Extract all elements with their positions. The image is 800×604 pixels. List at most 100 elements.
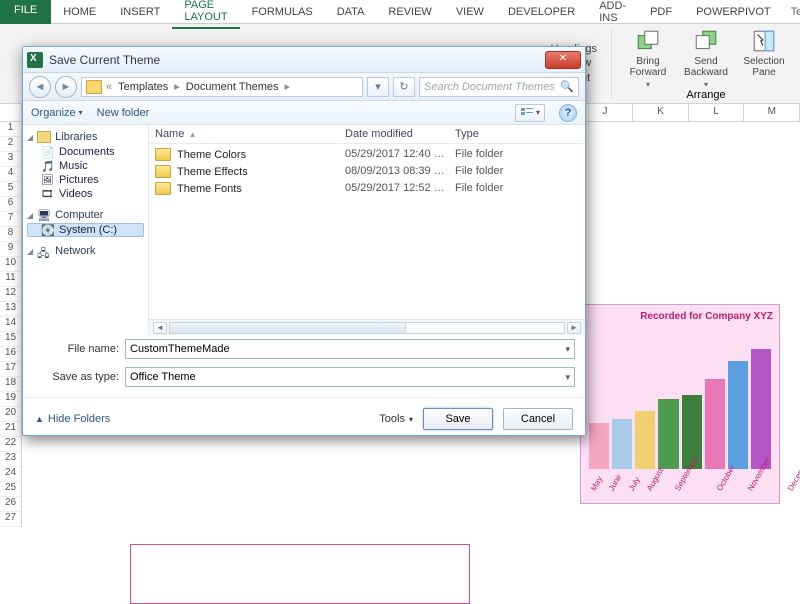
header-type[interactable]: Type (455, 128, 579, 140)
saveas-dropdown[interactable]: ▾ (561, 372, 570, 383)
row-header[interactable]: 19 (0, 392, 22, 407)
search-placeholder: Search Document Themes (424, 81, 555, 93)
row-header[interactable]: 24 (0, 467, 22, 482)
tab-insert[interactable]: INSERT (108, 2, 172, 22)
row-header[interactable]: 11 (0, 272, 22, 287)
tab-powerpivot[interactable]: POWERPIVOT (684, 2, 783, 22)
tab-view[interactable]: VIEW (444, 2, 496, 22)
bar (612, 419, 632, 469)
selection-pane-button[interactable]: Selection Pane (736, 28, 792, 89)
cancel-button[interactable]: Cancel (503, 408, 573, 430)
row-header[interactable]: 17 (0, 362, 22, 377)
dialog-footer: ▲Hide Folders Tools ▾ Save Cancel (23, 397, 585, 440)
row-header[interactable]: 23 (0, 452, 22, 467)
scroll-right[interactable]: ► (567, 322, 581, 334)
nav-pictures[interactable]: Pictures (27, 173, 144, 187)
scroll-left[interactable]: ◄ (153, 322, 167, 334)
nav-music[interactable]: Music (27, 159, 144, 173)
row-header[interactable]: 6 (0, 197, 22, 212)
tab-developer[interactable]: DEVELOPER (496, 2, 587, 22)
file-row[interactable]: Theme Effects08/09/2013 08:39 …File fold… (155, 163, 579, 180)
row-header[interactable]: 22 (0, 437, 22, 452)
tab-data[interactable]: DATA (325, 2, 377, 22)
tab-pdf[interactable]: PDF (638, 2, 684, 22)
h-scrollbar[interactable]: ◄ ► (149, 319, 585, 335)
organize-button[interactable]: Organize ▾ (31, 107, 83, 119)
row-header[interactable]: 13 (0, 302, 22, 317)
tab-home[interactable]: HOME (51, 2, 108, 22)
row-header[interactable]: 3 (0, 152, 22, 167)
tab-review[interactable]: REVIEW (376, 2, 443, 22)
col-m[interactable]: M (744, 104, 800, 121)
nav-computer[interactable]: ◢Computer (27, 209, 144, 221)
send-backward-button[interactable]: Send Backward▾ (678, 28, 734, 89)
row-header[interactable]: 5 (0, 182, 22, 197)
nav-videos[interactable]: Videos (27, 187, 144, 201)
computer-icon (37, 209, 51, 221)
row-header[interactable]: 8 (0, 227, 22, 242)
hide-folders-button[interactable]: ▲Hide Folders (35, 413, 110, 425)
file-row[interactable]: Theme Fonts05/29/2017 12:52 …File folder (155, 180, 579, 197)
row-header[interactable]: 9 (0, 242, 22, 257)
videos-icon (41, 188, 55, 200)
tools-button[interactable]: Tools ▾ (379, 413, 413, 425)
help-button[interactable]: ? (559, 104, 577, 122)
close-button[interactable]: ✕ (545, 51, 581, 69)
bring-forward-button[interactable]: Bring Forward▾ (620, 28, 676, 89)
header-name[interactable]: Name (155, 128, 345, 140)
row-header[interactable]: 12 (0, 287, 22, 302)
address-bar[interactable]: « Templates ▸ Document Themes ▸ (81, 77, 363, 97)
row-header[interactable]: 2 (0, 137, 22, 152)
ribbon-tabs: FILE HOME INSERT PAGE LAYOUT FORMULAS DA… (0, 0, 800, 24)
tab-addins[interactable]: ADD-INS (587, 0, 638, 28)
tab-formulas[interactable]: FORMULAS (240, 2, 325, 22)
nav-back-button[interactable]: ◄ (29, 76, 51, 98)
scroll-thumb[interactable] (170, 323, 406, 333)
row-header[interactable]: 25 (0, 482, 22, 497)
tab-file[interactable]: FILE (0, 0, 51, 24)
col-k[interactable]: K (633, 104, 689, 121)
bar (635, 411, 655, 469)
save-button[interactable]: Save (423, 408, 493, 430)
nav-libraries[interactable]: ◢Libraries (27, 131, 144, 143)
crumb-document-themes[interactable]: Document Themes (184, 80, 281, 94)
crumb-templates[interactable]: Templates (116, 80, 170, 94)
nav-pane: ◢Libraries Documents Music Pictures Vide… (23, 125, 149, 335)
row-header[interactable]: 10 (0, 257, 22, 272)
row-header[interactable]: 18 (0, 377, 22, 392)
saveas-select[interactable]: Office Theme▾ (125, 367, 575, 387)
filename-input[interactable]: CustomThemeMade▾ (125, 339, 575, 359)
nav-documents[interactable]: Documents (27, 145, 144, 159)
file-row[interactable]: Theme Colors05/29/2017 12:40 …File folde… (155, 146, 579, 163)
row-header[interactable]: 26 (0, 497, 22, 512)
row-header[interactable]: 16 (0, 347, 22, 362)
row-header[interactable]: 14 (0, 317, 22, 332)
scroll-track[interactable] (169, 322, 565, 334)
embedded-chart[interactable]: Recorded for Company XYZ MayJuneJulyAugu… (580, 304, 780, 504)
bar (728, 361, 748, 469)
view-options-button[interactable]: ▾ (515, 104, 545, 122)
filename-dropdown[interactable]: ▾ (561, 344, 570, 355)
address-dropdown[interactable]: ▾ (367, 77, 389, 97)
row-header[interactable]: 15 (0, 332, 22, 347)
row-header[interactable]: 1 (0, 122, 22, 137)
header-date[interactable]: Date modified (345, 128, 455, 140)
tab-page-layout[interactable]: PAGE LAYOUT (172, 0, 239, 29)
libraries-icon (37, 131, 51, 143)
row-header[interactable]: 21 (0, 422, 22, 437)
row-header[interactable]: 20 (0, 407, 22, 422)
new-folder-button[interactable]: New folder (97, 107, 150, 119)
col-l[interactable]: L (689, 104, 745, 121)
dialog-titlebar[interactable]: Save Current Theme ✕ (23, 47, 585, 73)
bring-forward-icon (635, 28, 661, 54)
search-box[interactable]: Search Document Themes 🔍 (419, 77, 579, 97)
nav-forward-button[interactable]: ► (55, 76, 77, 98)
refresh-button[interactable]: ↻ (393, 77, 415, 97)
row-header[interactable]: 4 (0, 167, 22, 182)
row-header[interactable]: 7 (0, 212, 22, 227)
nav-network[interactable]: ◢Network (27, 245, 144, 257)
row-header[interactable]: 27 (0, 512, 22, 527)
file-list[interactable]: Theme Colors05/29/2017 12:40 …File folde… (149, 144, 585, 319)
nav-system-c[interactable]: System (C:) (27, 223, 144, 237)
chart-title: Recorded for Company XYZ (587, 311, 773, 322)
